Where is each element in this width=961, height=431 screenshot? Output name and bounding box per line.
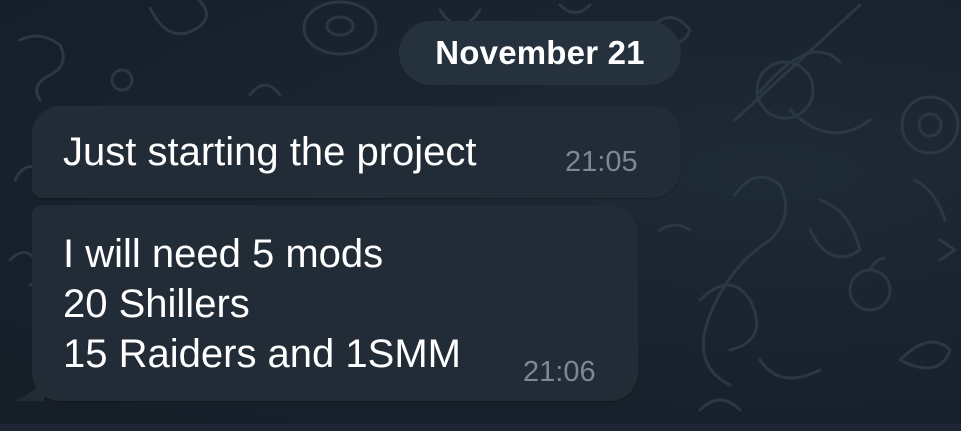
message-text: I will need 5 mods 20 Shillers 15 Raider…: [63, 232, 461, 376]
message-bubble[interactable]: Just starting the project 21:05: [32, 106, 680, 198]
date-separator: November 21: [399, 21, 681, 85]
message-bubble[interactable]: I will need 5 mods 20 Shillers 15 Raider…: [32, 205, 638, 401]
message-time: 21:06: [523, 356, 596, 388]
bubble-tail-icon: [14, 380, 44, 401]
message-text: Just starting the project: [63, 130, 477, 174]
bottom-bar: [0, 424, 961, 431]
message-time: 21:05: [565, 146, 638, 178]
date-separator-label: November 21: [435, 34, 645, 71]
